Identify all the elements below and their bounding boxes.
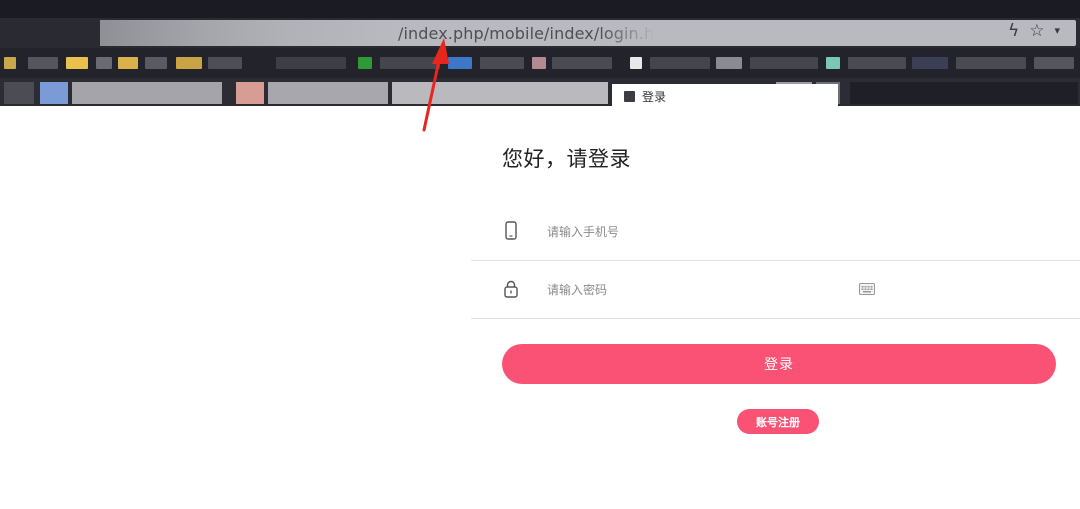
bookmark-item[interactable]: [826, 57, 840, 69]
url-redacted-segment: [100, 20, 400, 46]
address-bar: /index.php/mobile/index/login.h ϟ ☆ ▾: [0, 18, 1080, 48]
keyboard-icon[interactable]: [859, 283, 875, 295]
address-bar-actions: ϟ ☆ ▾: [1008, 21, 1060, 41]
url-field[interactable]: /index.php/mobile/index/login.h: [100, 20, 1076, 46]
dropdown-icon[interactable]: ▾: [1054, 21, 1060, 41]
bookmark-item[interactable]: [532, 57, 546, 69]
login-button[interactable]: 登录: [502, 344, 1056, 384]
favicon-icon: [624, 90, 635, 102]
bolt-icon[interactable]: ϟ: [1008, 21, 1019, 41]
star-icon[interactable]: ☆: [1029, 21, 1044, 41]
tab-item[interactable]: [850, 82, 1078, 104]
bookmark-item[interactable]: [380, 57, 440, 69]
tab-item[interactable]: [268, 82, 388, 104]
bookmark-item[interactable]: [96, 57, 112, 69]
bookmark-item[interactable]: [208, 57, 242, 69]
bookmark-item[interactable]: [650, 57, 710, 69]
bookmark-item[interactable]: [145, 57, 167, 69]
browser-title-bar: [0, 0, 1080, 18]
phone-field-row: [471, 202, 1080, 261]
bookmark-item[interactable]: [912, 57, 948, 69]
tab-item[interactable]: [392, 82, 608, 104]
bookmark-item[interactable]: [956, 57, 1026, 69]
tab-strip-redacted: [0, 78, 1080, 106]
bookmark-item[interactable]: [552, 57, 612, 69]
bookmark-item[interactable]: [176, 57, 202, 69]
bookmark-item[interactable]: [66, 57, 88, 69]
register-button[interactable]: 账号注册: [737, 409, 819, 434]
bookmark-item[interactable]: [1034, 57, 1074, 69]
bookmark-item[interactable]: [118, 57, 138, 69]
bookmark-item[interactable]: [4, 57, 16, 69]
bookmark-item[interactable]: [276, 57, 346, 69]
bookmark-item[interactable]: [358, 57, 372, 69]
url-redacted-tail: [600, 20, 680, 46]
password-field-row: [471, 260, 1080, 319]
lock-icon: [504, 280, 518, 298]
active-tab[interactable]: 登录: [612, 84, 838, 108]
bookmark-item[interactable]: [630, 57, 642, 69]
bookmarks-bar-redacted: [0, 48, 1080, 78]
tab-item[interactable]: [72, 82, 222, 104]
tab-item[interactable]: [236, 82, 264, 104]
password-input[interactable]: [545, 278, 849, 302]
bookmark-item[interactable]: [448, 57, 472, 69]
tab-item[interactable]: [4, 82, 34, 104]
phone-icon: [505, 221, 517, 240]
bookmark-item[interactable]: [480, 57, 524, 69]
bookmark-item[interactable]: [750, 57, 818, 69]
bookmark-item[interactable]: [28, 57, 58, 69]
active-tab-label: 登录: [642, 89, 667, 104]
phone-input[interactable]: [545, 220, 849, 244]
page-title: 您好，请登录: [502, 147, 631, 171]
tab-item[interactable]: [40, 82, 68, 104]
bookmark-item[interactable]: [848, 57, 906, 69]
bookmark-item[interactable]: [716, 57, 742, 69]
